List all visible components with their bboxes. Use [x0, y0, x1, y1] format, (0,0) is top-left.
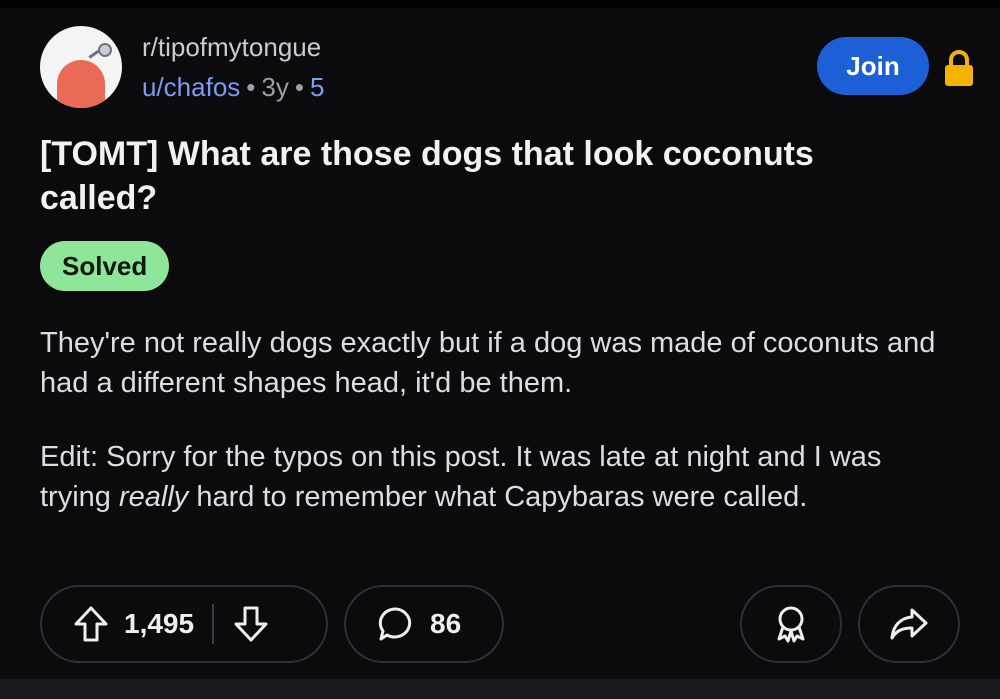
subreddit-name[interactable]: r/tipofmytongue	[142, 32, 321, 63]
upvote-count: 1,495	[124, 608, 195, 639]
award-icon	[771, 603, 811, 645]
body-paragraph: They're not really dogs exactly but if a…	[40, 327, 936, 399]
speech-bubble-icon	[376, 604, 416, 644]
share-button[interactable]	[858, 585, 960, 663]
body-emphasis: really	[118, 481, 189, 513]
post-title[interactable]: [TOMT] What are those dogs that look coc…	[40, 132, 940, 220]
bottom-strip	[0, 679, 1000, 699]
post-meta: u/chafos • 3y • 5	[142, 72, 324, 103]
subreddit-avatar[interactable]	[40, 26, 122, 108]
arrow-down-icon[interactable]	[232, 604, 270, 644]
avatar-antenna	[98, 43, 112, 57]
vote-pill: 1,495	[40, 585, 328, 663]
join-button[interactable]: Join	[817, 37, 929, 95]
body-paragraph: Edit: Sorry for the typos on this post. …	[40, 437, 960, 517]
arrow-up-icon[interactable]	[72, 604, 110, 644]
meta-extra: 5	[309, 72, 325, 102]
body-text: hard to remember what Capybaras were cal…	[188, 481, 808, 513]
post-header: r/tipofmytongue u/chafos • 3y • 5 Join	[40, 26, 980, 116]
meta-separator: •	[294, 72, 304, 102]
meta-separator: •	[246, 72, 256, 102]
flair-badge[interactable]: Solved	[40, 241, 170, 291]
post-body: They're not really dogs exactly but if a…	[40, 323, 960, 551]
avatar-figure	[57, 60, 105, 108]
status-strip	[0, 0, 1000, 8]
lock-icon	[945, 50, 973, 86]
vote-divider	[212, 604, 215, 644]
action-bar: 1,495 86	[40, 585, 960, 667]
author-link[interactable]: u/chafos	[142, 72, 240, 102]
award-button[interactable]	[740, 585, 842, 663]
comments-button[interactable]: 86	[344, 585, 504, 663]
post-age: 3y	[261, 72, 289, 102]
comment-count: 86	[430, 608, 462, 639]
share-icon	[888, 604, 930, 644]
